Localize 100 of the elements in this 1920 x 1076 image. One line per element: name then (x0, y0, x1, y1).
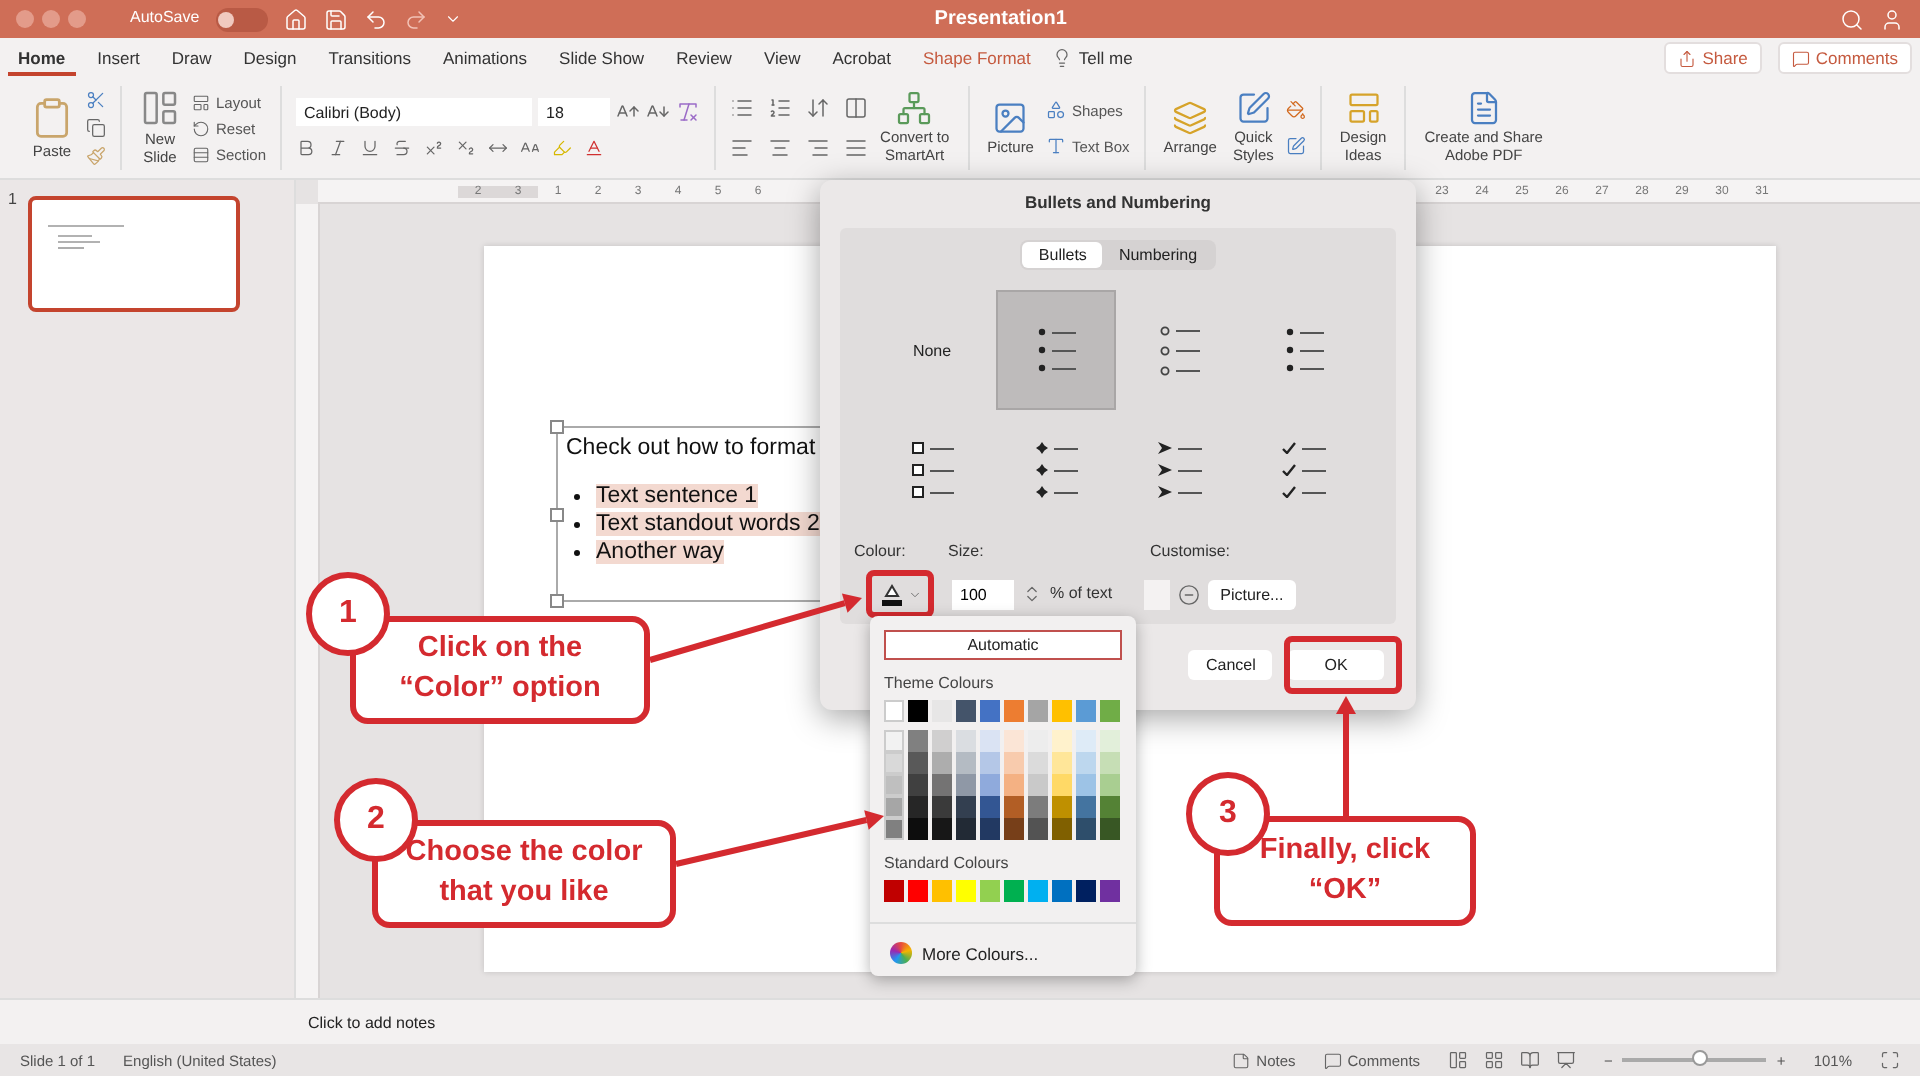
colour-swatch[interactable] (980, 796, 1000, 818)
colour-swatch[interactable] (1052, 880, 1072, 902)
sorter-view-icon[interactable] (1484, 1050, 1505, 1070)
ribbon-tab[interactable]: Acrobat (822, 41, 902, 75)
colour-swatch[interactable] (956, 880, 976, 902)
colour-swatch[interactable] (884, 796, 904, 818)
colour-swatch[interactable] (908, 818, 928, 840)
colour-swatch[interactable] (932, 796, 952, 818)
colour-swatch[interactable] (1052, 752, 1072, 774)
shapes-icon[interactable] (1045, 100, 1066, 120)
colour-swatch[interactable] (956, 818, 976, 840)
notes-icon[interactable] (1232, 1051, 1251, 1069)
window-zoom-button[interactable] (68, 10, 86, 28)
colour-swatch[interactable] (1004, 752, 1024, 774)
format-painter-icon[interactable] (86, 146, 106, 166)
pdf-icon[interactable] (1465, 90, 1502, 127)
colour-swatch[interactable] (1004, 700, 1024, 722)
colour-swatch[interactable] (1100, 818, 1120, 840)
caret-icon[interactable] (443, 10, 462, 28)
colour-swatch[interactable] (908, 880, 928, 902)
colour-swatch[interactable] (932, 752, 952, 774)
colour-swatch[interactable] (1052, 774, 1072, 796)
design-ideas-icon[interactable] (1345, 90, 1382, 127)
quick-styles-icon[interactable] (1235, 90, 1272, 127)
notes-placeholder[interactable]: Click to add notes (308, 1013, 436, 1031)
colour-swatch[interactable] (1076, 700, 1096, 722)
colour-swatch[interactable] (1100, 752, 1120, 774)
colour-swatch[interactable] (980, 752, 1000, 774)
colour-swatch[interactable] (1052, 730, 1072, 752)
outline-icon[interactable] (1285, 136, 1306, 156)
align-right-icon[interactable] (806, 136, 831, 160)
colour-swatch[interactable] (884, 880, 904, 902)
dialog-tab[interactable]: Numbering (1102, 242, 1214, 268)
no-bullet-option[interactable]: None (872, 290, 992, 410)
colour-swatch[interactable] (884, 818, 904, 840)
colour-swatch[interactable] (932, 774, 952, 796)
colour-swatch[interactable] (1076, 730, 1096, 752)
redo-icon[interactable] (403, 7, 428, 31)
colour-swatch[interactable] (1100, 730, 1120, 752)
save-icon[interactable] (323, 7, 348, 31)
fit-icon[interactable] (1880, 1050, 1900, 1070)
colour-swatch[interactable] (980, 730, 1000, 752)
colour-swatch[interactable] (1076, 774, 1096, 796)
line-spacing-icon[interactable] (806, 96, 831, 120)
colour-swatch[interactable] (980, 700, 1000, 722)
comment-icon[interactable] (1791, 49, 1810, 67)
colour-swatch[interactable] (1052, 796, 1072, 818)
more-colours-button[interactable]: More Colours... (870, 922, 1136, 982)
colour-swatch[interactable] (956, 752, 976, 774)
lightbulb-icon[interactable] (1052, 48, 1073, 68)
comment-icon[interactable] (1323, 1051, 1342, 1069)
colour-swatch[interactable] (932, 818, 952, 840)
colour-swatch[interactable] (956, 700, 976, 722)
picture-button[interactable]: Picture... (1208, 579, 1296, 609)
colour-swatch[interactable] (1028, 796, 1048, 818)
numbering-icon[interactable] (768, 96, 793, 120)
text-box-icon[interactable] (1045, 136, 1066, 156)
ribbon-tab[interactable]: Draw (161, 41, 222, 75)
size-field[interactable]: 100 (952, 579, 1014, 609)
underline-icon[interactable] (360, 138, 381, 158)
font-name-field[interactable]: Calibri (Body) (296, 98, 533, 126)
share-button[interactable]: Share (1664, 42, 1762, 74)
new-slide-icon[interactable] (140, 88, 180, 129)
comments-button[interactable]: Comments (1777, 42, 1912, 74)
user-icon[interactable] (1880, 7, 1904, 31)
share-icon[interactable] (1678, 49, 1697, 67)
bold-icon[interactable] (296, 138, 317, 158)
colour-swatch[interactable] (1028, 700, 1048, 722)
colour-swatch[interactable] (1076, 818, 1096, 840)
window-minimize-button[interactable] (42, 10, 60, 28)
picture-icon[interactable] (992, 99, 1029, 136)
colour-swatch[interactable] (884, 700, 904, 722)
colour-swatch[interactable] (1004, 774, 1024, 796)
resize-handle[interactable] (550, 594, 564, 608)
colour-swatch[interactable] (908, 752, 928, 774)
colour-swatch[interactable] (1028, 818, 1048, 840)
tell-me-button[interactable]: Tell me (1052, 48, 1133, 68)
cancel-button[interactable]: Cancel (1188, 650, 1272, 680)
colour-swatch[interactable] (908, 730, 928, 752)
colour-swatch[interactable] (1100, 700, 1120, 722)
strikethrough-icon[interactable] (392, 138, 413, 158)
subscript-icon[interactable] (456, 138, 477, 158)
zoom-thumb[interactable] (1691, 1050, 1708, 1066)
colour-swatch[interactable] (1076, 880, 1096, 902)
autosave-toggle[interactable] (215, 7, 268, 31)
colour-swatch[interactable] (1004, 880, 1024, 902)
colour-swatch[interactable] (1052, 818, 1072, 840)
colour-swatch[interactable] (956, 730, 976, 752)
reading-view-icon[interactable] (1520, 1050, 1541, 1070)
arrange-icon[interactable] (1172, 99, 1209, 136)
minus-circle-icon[interactable] (1178, 583, 1201, 605)
spacing-icon[interactable] (488, 138, 509, 158)
clear-format-icon[interactable] (676, 100, 701, 124)
align-center-icon[interactable] (768, 136, 793, 160)
colour-swatch[interactable] (884, 774, 904, 796)
ribbon-tab[interactable]: Animations (432, 41, 538, 75)
resize-handle[interactable] (550, 508, 564, 522)
colour-swatch[interactable] (1100, 796, 1120, 818)
change-case-icon[interactable] (520, 138, 541, 158)
ok-button[interactable]: OK (1288, 650, 1384, 680)
